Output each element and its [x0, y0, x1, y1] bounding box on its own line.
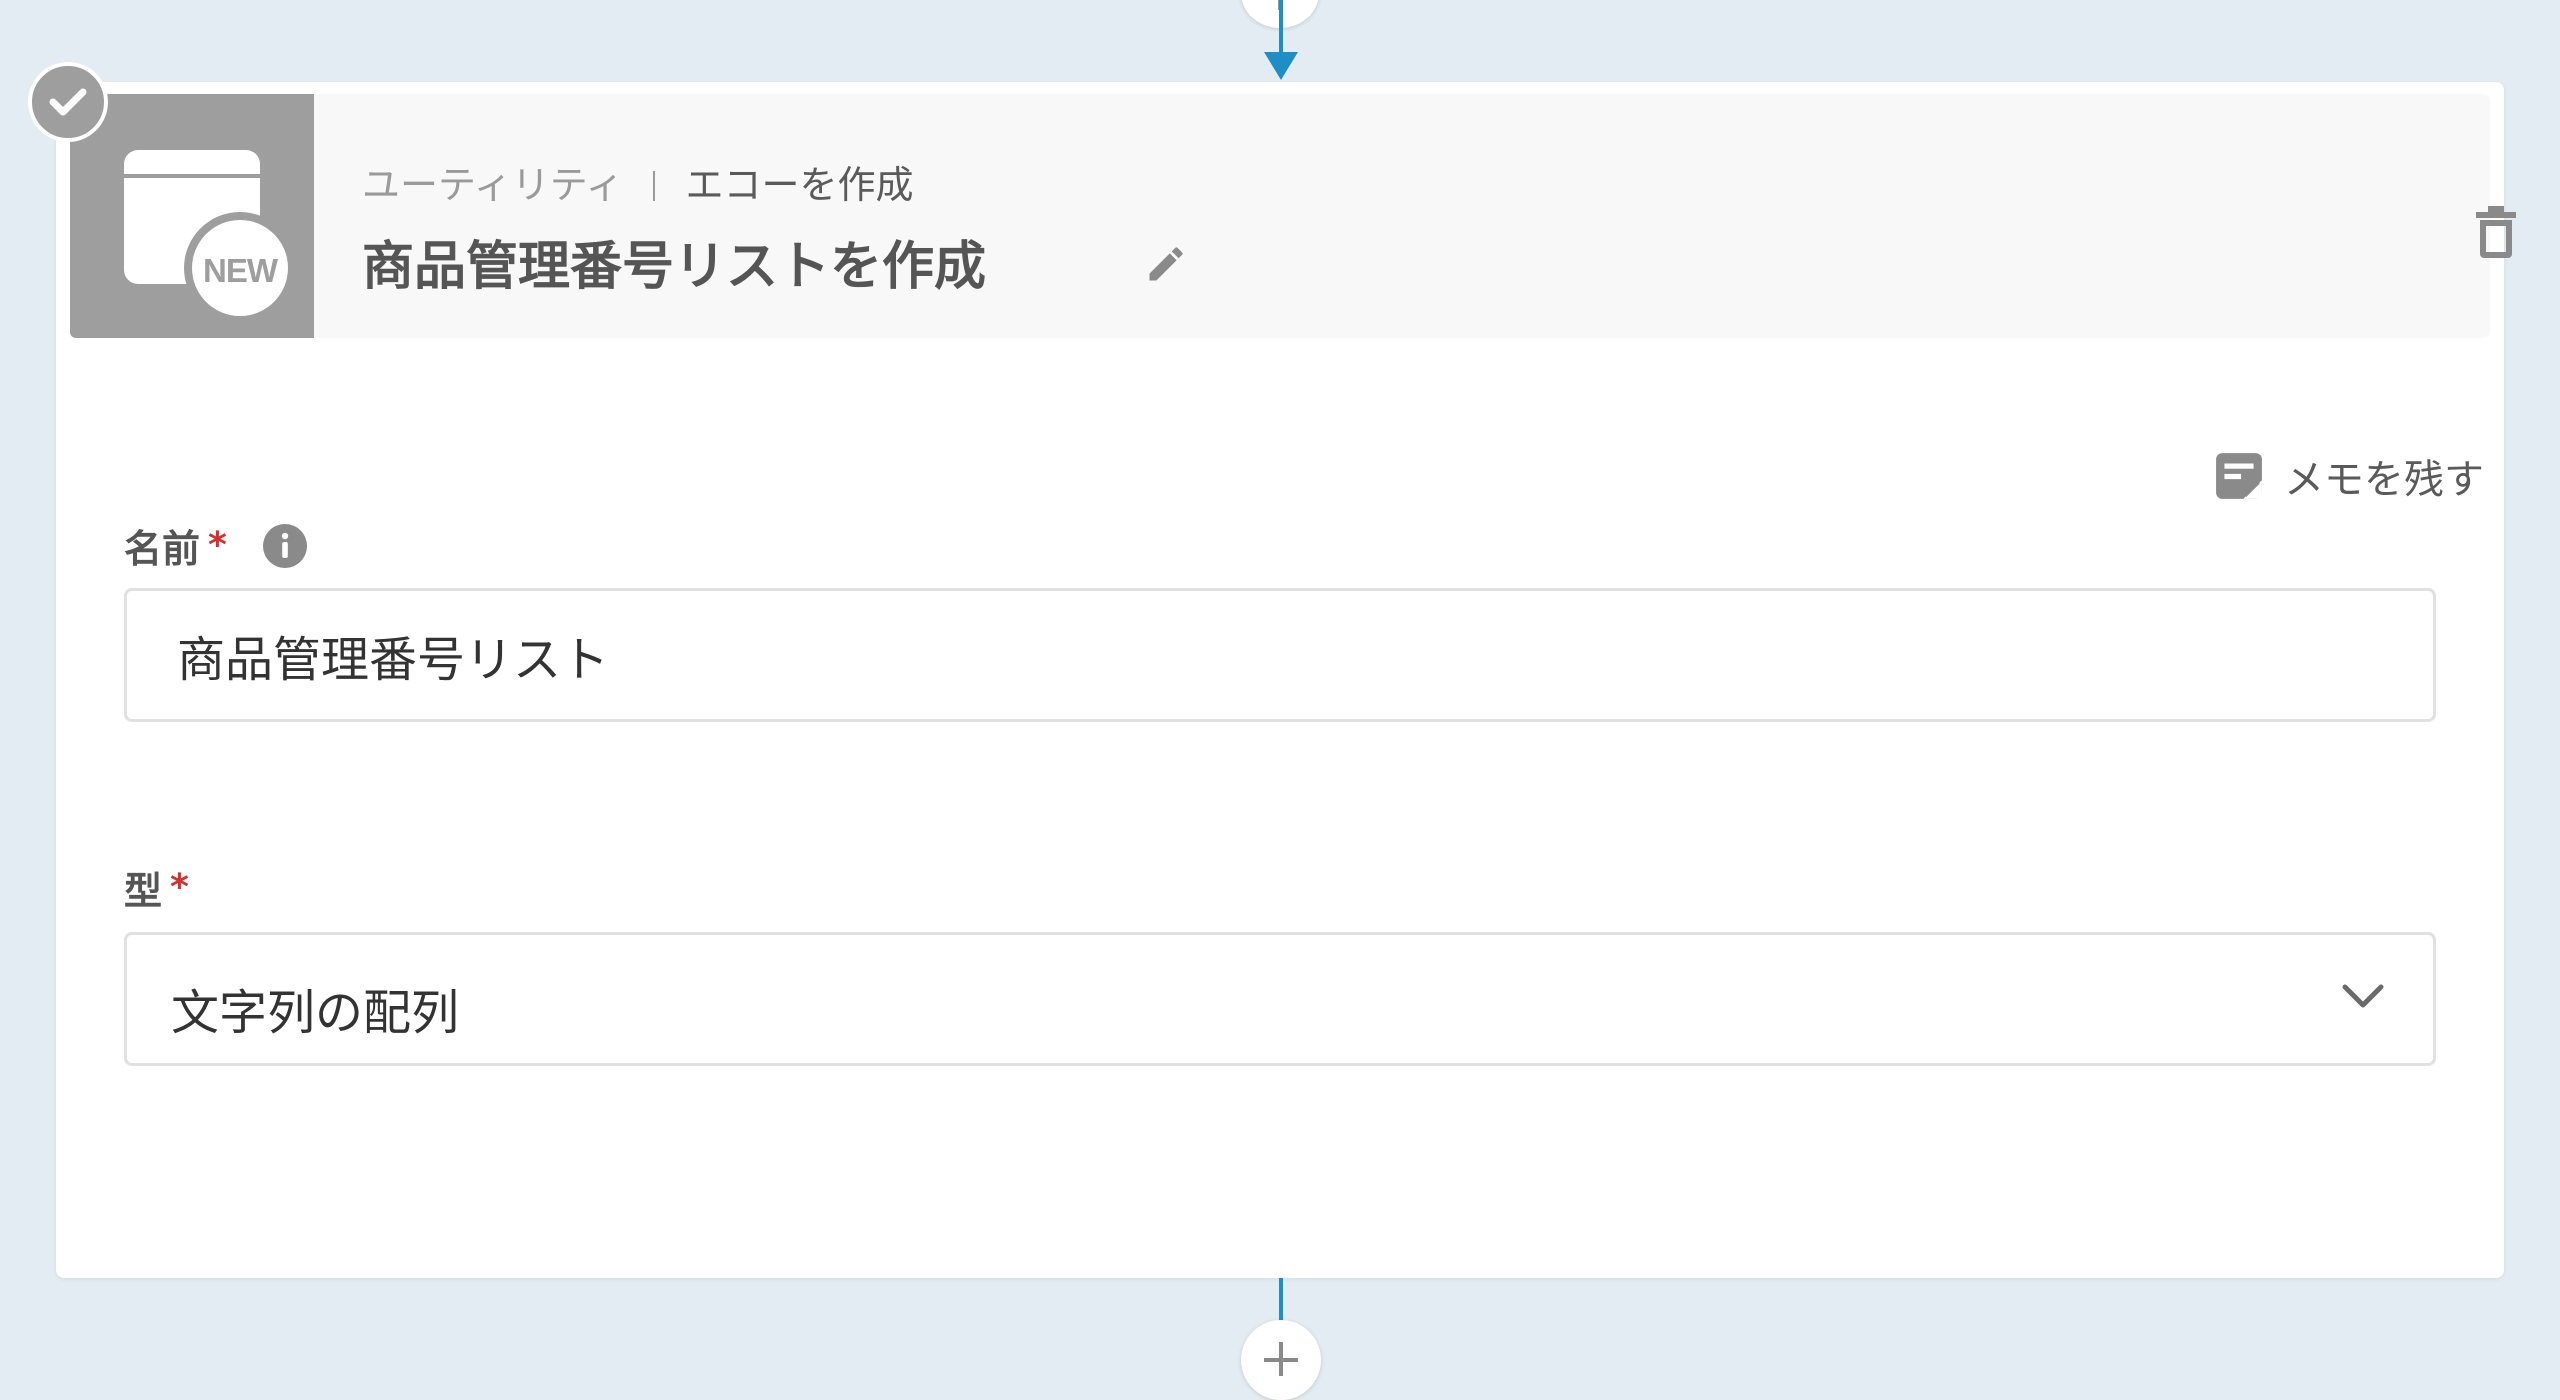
type-field-label: 型 * [124, 860, 189, 915]
flow-connector-bottom [1279, 1278, 1283, 1322]
app-name: ユーティリティ [362, 163, 624, 207]
utility-app-icon: NEW [70, 94, 314, 338]
step-breadcrumb: ユーティリティ エコーを作成 [362, 154, 913, 209]
required-mark: * [208, 525, 227, 566]
type-select[interactable]: 文字列の配列 [124, 932, 2436, 1066]
info-icon[interactable] [261, 522, 309, 570]
step-title: 商品管理番号リストを作成 [362, 237, 987, 297]
pencil-icon[interactable] [1144, 242, 1188, 286]
step-card: NEW ユーティリティ エコーを作成 商品管理番号リストを作成 メモを残す 名前 [56, 82, 2516, 1278]
trash-icon[interactable] [2475, 206, 2517, 258]
memo-label: メモを残す [2284, 457, 2484, 503]
new-badge-icon: NEW [184, 212, 296, 324]
name-input[interactable] [124, 588, 2436, 722]
breadcrumb-separator [653, 171, 656, 201]
name-label-text: 名前 [124, 527, 201, 571]
required-mark: * [170, 867, 189, 908]
note-icon [2216, 453, 2262, 499]
step-header[interactable]: NEW ユーティリティ エコーを作成 商品管理番号リストを作成 [70, 94, 2516, 338]
name-field-label: 名前 * [124, 518, 309, 573]
flow-connector-top [1279, 0, 1283, 52]
action-name: エコーを作成 [685, 163, 914, 207]
add-step-button[interactable] [1241, 1320, 1321, 1400]
new-badge-text: NEW [203, 252, 278, 289]
flow-arrow-icon [1264, 52, 1298, 80]
check-circle-icon [28, 62, 108, 142]
type-label-text: 型 [124, 869, 163, 913]
leave-memo-button[interactable]: メモを残す [2214, 448, 2484, 504]
type-select-value: 文字列の配列 [171, 985, 460, 1041]
chevron-down-icon [2342, 984, 2384, 1008]
